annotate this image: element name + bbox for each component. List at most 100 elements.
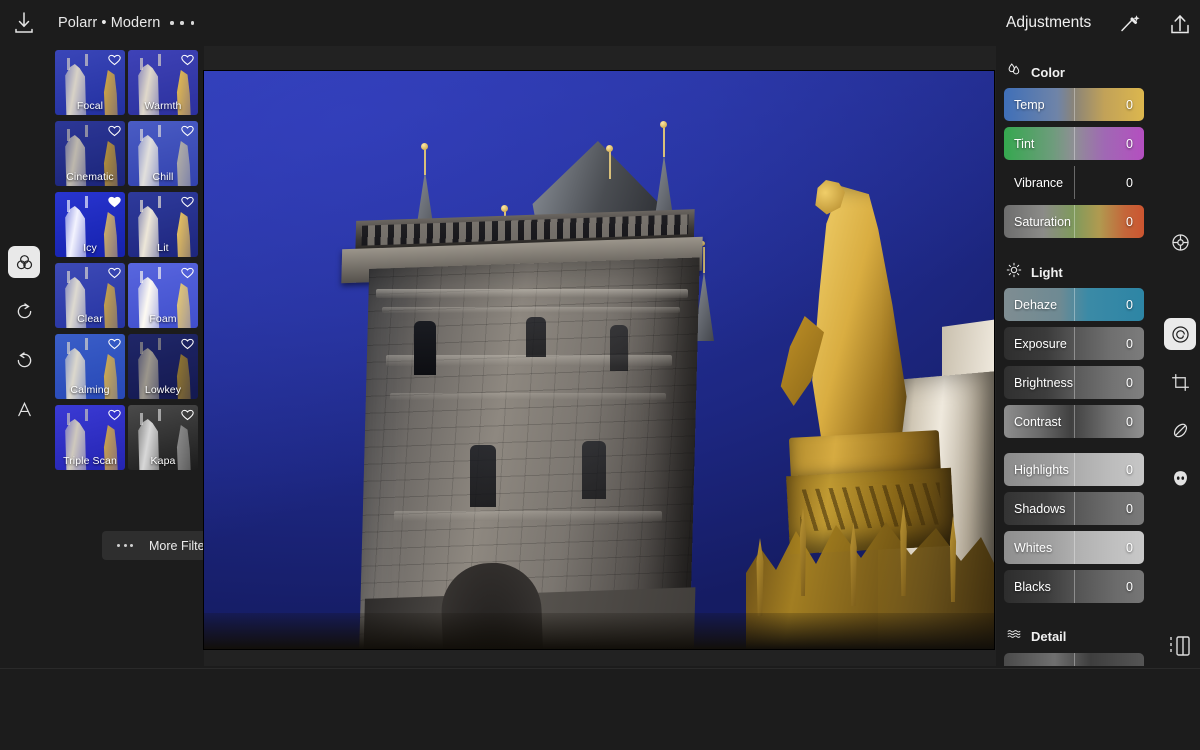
color-drops-icon xyxy=(1006,62,1022,83)
slider-whites[interactable]: Whites 0 xyxy=(1004,531,1144,564)
spire-pin xyxy=(609,151,611,179)
slider-highlights[interactable]: Highlights 0 xyxy=(1004,453,1144,486)
tower-window xyxy=(526,317,546,357)
heart-outline-icon[interactable] xyxy=(108,337,121,350)
face-beauty-icon xyxy=(1173,470,1187,485)
left-toolbar xyxy=(0,46,48,701)
slider-brightness[interactable]: Brightness 0 xyxy=(1004,366,1144,399)
filter-label: Focal xyxy=(76,100,104,112)
filter-label: Lowkey xyxy=(144,384,182,396)
heart-outline-icon[interactable] xyxy=(181,53,194,66)
spire-pin xyxy=(663,127,665,157)
edited-photo[interactable] xyxy=(204,71,994,649)
slider-label: Temp xyxy=(1014,97,1045,112)
filter-item[interactable]: Cinematic xyxy=(55,121,125,186)
tower-ornament xyxy=(382,307,680,313)
spire-finial xyxy=(606,145,613,152)
filter-item[interactable]: Warmth xyxy=(128,50,198,115)
slider-value: 0 xyxy=(1126,462,1133,477)
film-frame-icon[interactable] xyxy=(1166,632,1194,660)
slider-exposure[interactable]: Exposure 0 xyxy=(1004,327,1144,360)
filter-item[interactable]: Focal xyxy=(55,50,125,115)
sun-icon xyxy=(1006,262,1022,283)
more-filters-label: More Filters xyxy=(149,538,204,553)
heart-outline-icon[interactable] xyxy=(181,266,194,279)
slider-detail-hidden[interactable] xyxy=(1004,653,1144,666)
spire-pin xyxy=(424,149,426,175)
sidebar-item-text[interactable] xyxy=(8,393,40,425)
heart-outline-icon[interactable] xyxy=(181,124,194,137)
slider-shadows[interactable]: Shadows 0 xyxy=(1004,492,1144,525)
top-bar: Polarr • Modern Adjustments xyxy=(0,0,1200,46)
heart-outline-icon[interactable] xyxy=(108,124,121,137)
slider-value: 0 xyxy=(1126,579,1133,594)
tower-ornament xyxy=(376,289,688,298)
heart-outline-icon[interactable] xyxy=(108,266,121,279)
filter-item[interactable]: Icy xyxy=(55,192,125,257)
target-circle-icon xyxy=(1171,233,1189,251)
heart-filled-icon[interactable] xyxy=(108,195,121,208)
filter-label: Chill xyxy=(152,171,174,183)
slider-tint[interactable]: Tint 0 xyxy=(1004,127,1144,160)
slider-center-marker xyxy=(1074,288,1075,321)
spiral-circle-icon xyxy=(1171,325,1189,343)
slider-label: Dehaze xyxy=(1014,297,1058,312)
filter-label: Warmth xyxy=(144,100,182,112)
slider-value: 0 xyxy=(1126,375,1133,390)
slider-value: 0 xyxy=(1126,175,1133,190)
filmstrip-bar: 54 xyxy=(0,668,1200,750)
sidebar-item-healing[interactable] xyxy=(1164,414,1196,446)
filter-label: Calming xyxy=(70,384,110,396)
slider-value: 0 xyxy=(1126,297,1133,312)
sidebar-item-overlay[interactable] xyxy=(1164,226,1196,258)
filter-item[interactable]: Clear xyxy=(55,263,125,328)
magic-wand-icon[interactable] xyxy=(1118,12,1142,34)
heart-outline-icon[interactable] xyxy=(181,337,194,350)
slider-dehaze[interactable]: Dehaze 0 xyxy=(1004,288,1144,321)
slider-center-marker xyxy=(1074,205,1075,238)
filter-label: Kapa xyxy=(150,455,176,467)
section-header-light: Light xyxy=(1006,262,1063,283)
download-icon[interactable] xyxy=(11,10,37,36)
sidebar-item-crop[interactable] xyxy=(1164,366,1196,398)
slider-blacks[interactable]: Blacks 0 xyxy=(1004,570,1144,603)
ellipsis-icon[interactable] xyxy=(168,13,196,33)
slider-saturation[interactable]: Saturation 0 xyxy=(1004,205,1144,238)
statue-figure xyxy=(812,186,907,456)
more-filters-button[interactable]: More Filters xyxy=(102,531,204,560)
filter-item[interactable]: Kapa xyxy=(128,405,198,470)
filter-item[interactable]: Chill xyxy=(128,121,198,186)
slider-value: 0 xyxy=(1126,214,1133,229)
slider-vibrance[interactable]: Vibrance 0 xyxy=(1004,166,1144,199)
filter-item[interactable]: Lowkey xyxy=(128,334,198,399)
heart-outline-icon[interactable] xyxy=(181,195,194,208)
sidebar-item-face[interactable] xyxy=(1164,462,1196,494)
tower-window xyxy=(610,325,628,371)
canvas-area[interactable] xyxy=(204,46,996,711)
share-upload-icon[interactable] xyxy=(1168,10,1192,36)
heart-outline-icon[interactable] xyxy=(108,53,121,66)
crop-icon xyxy=(1171,373,1189,391)
slider-label: Exposure xyxy=(1014,336,1067,351)
polarr-editor-window: Polarr • Modern Adjustments Focal Warmth… xyxy=(0,0,1200,750)
sidebar-item-adjustments[interactable] xyxy=(1164,318,1196,350)
slider-label: Whites xyxy=(1014,540,1053,555)
filter-item[interactable]: Calming xyxy=(55,334,125,399)
slider-value: 0 xyxy=(1126,501,1133,516)
slider-contrast[interactable]: Contrast 0 xyxy=(1004,405,1144,438)
sidebar-item-redo[interactable] xyxy=(8,295,40,327)
slider-center-marker xyxy=(1074,127,1075,160)
slider-label: Tint xyxy=(1014,136,1035,151)
heart-outline-icon[interactable] xyxy=(108,408,121,421)
slider-label: Shadows xyxy=(1014,501,1066,516)
filter-item[interactable]: Lit xyxy=(128,192,198,257)
section-header-detail: Detail xyxy=(1006,627,1066,646)
sidebar-item-undo[interactable] xyxy=(8,344,40,376)
sidebar-item-filters[interactable] xyxy=(8,246,40,278)
slider-temp[interactable]: Temp 0 xyxy=(1004,88,1144,121)
heart-outline-icon[interactable] xyxy=(181,408,194,421)
filter-item[interactable]: Triple Scan xyxy=(55,405,125,470)
slider-label: Vibrance xyxy=(1014,175,1064,190)
filter-item[interactable]: Foam xyxy=(128,263,198,328)
slider-center-marker xyxy=(1074,653,1075,666)
